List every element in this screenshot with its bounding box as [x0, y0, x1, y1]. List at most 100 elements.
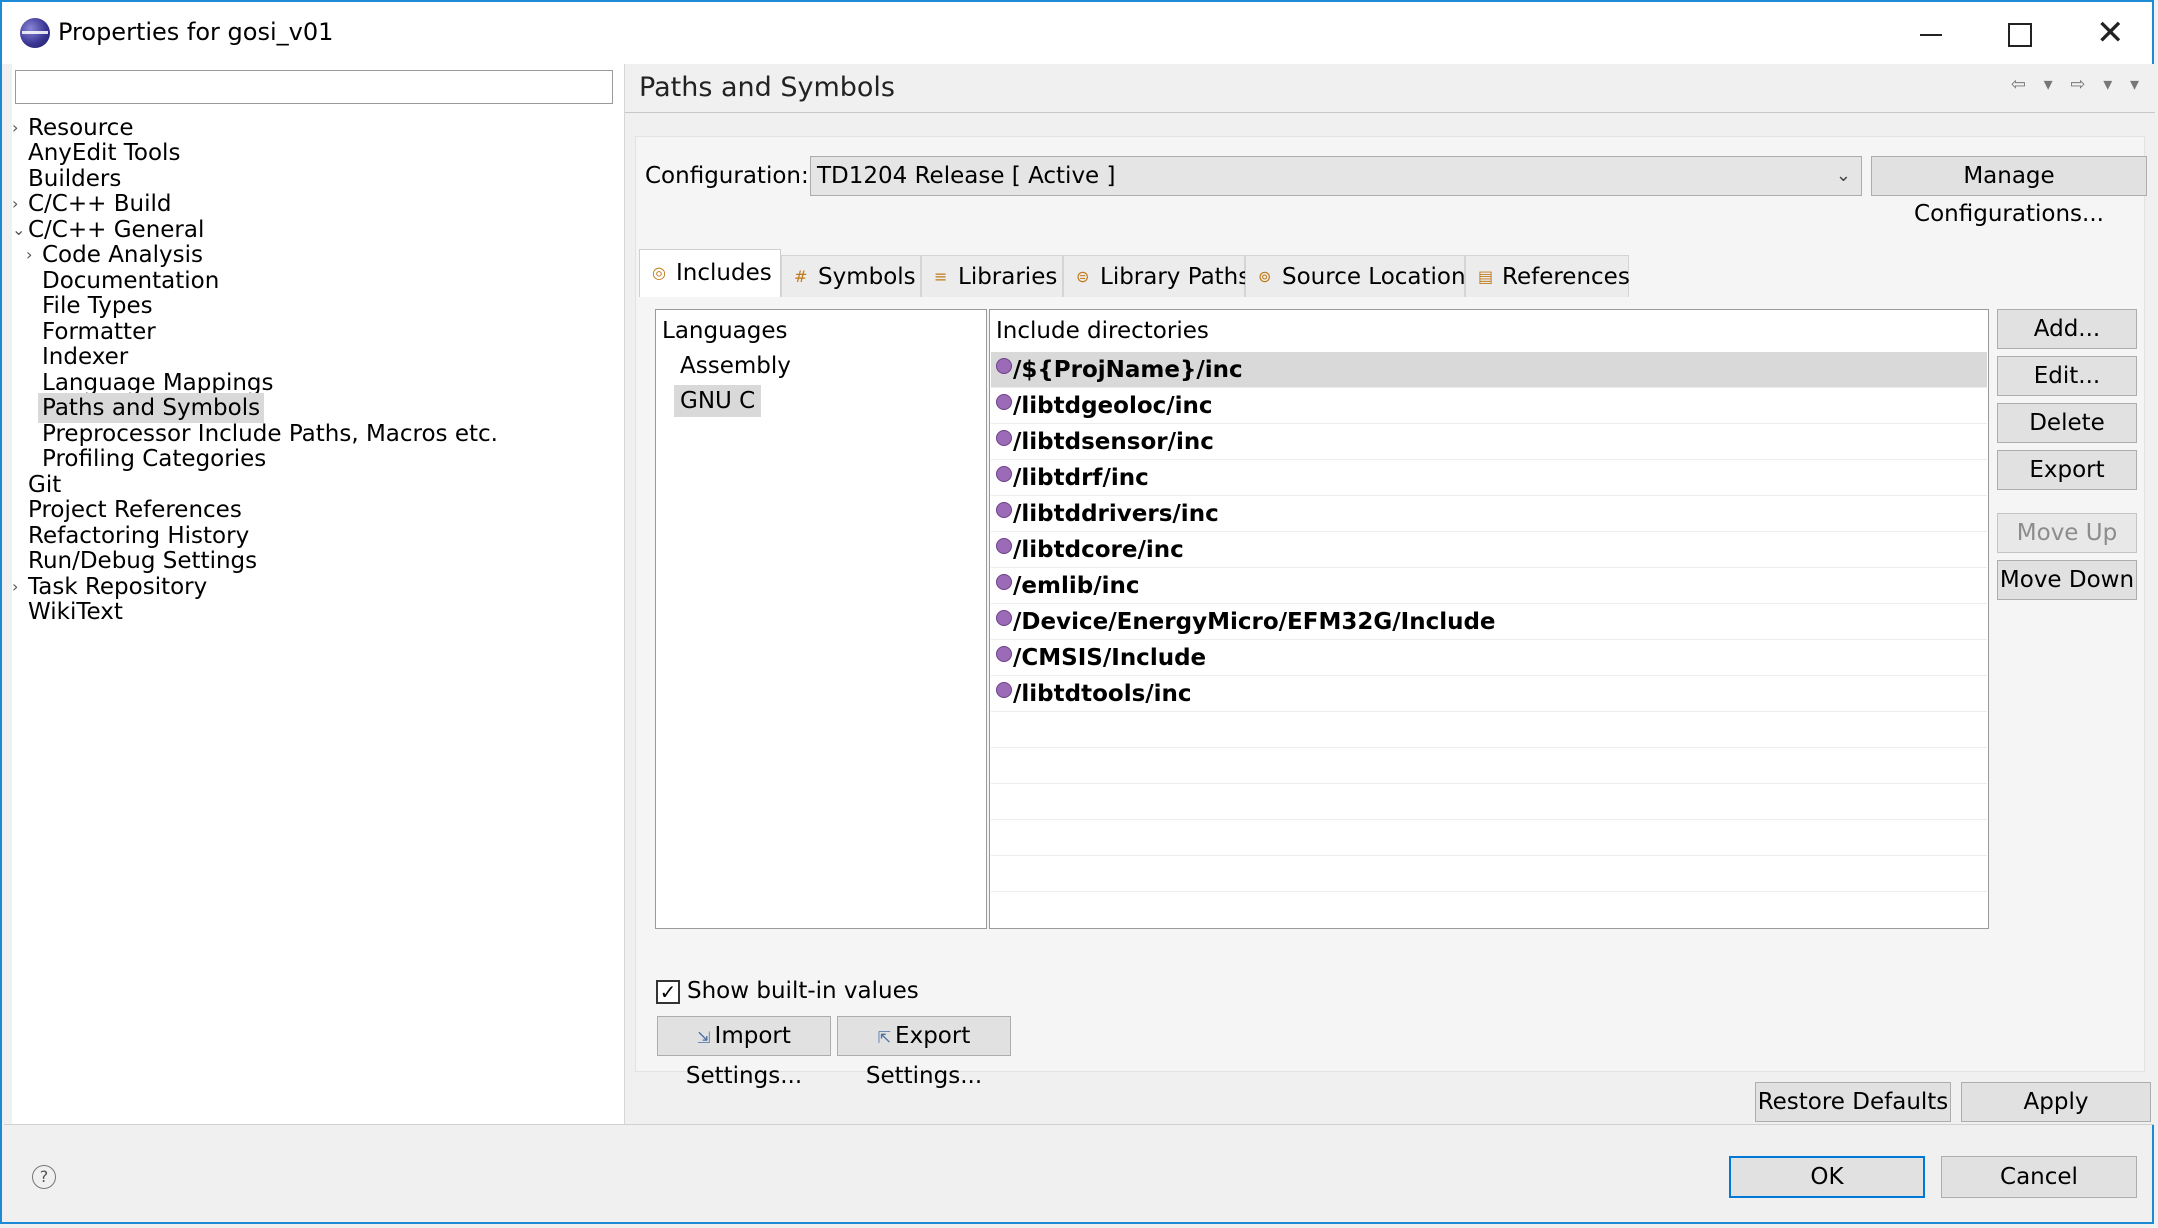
include-path: /emlib/inc [1013, 573, 1140, 599]
tree-item-label: WikiText [28, 599, 123, 625]
include-path: /${ProjName}/inc [1013, 357, 1243, 383]
tab-symbols[interactable]: # Symbols [781, 255, 921, 297]
empty-row [991, 856, 1987, 892]
empty-row [991, 712, 1987, 748]
chevron-down-icon: ⌄ [1835, 165, 1851, 186]
include-folder-icon [996, 610, 1012, 626]
include-folder-icon [996, 466, 1012, 482]
symbols-icon: # [794, 267, 808, 286]
include-folder-icon [996, 394, 1012, 410]
configuration-value: TD1204 Release [ Active ] [817, 163, 1116, 189]
left-navigation-panel: › Resource AnyEdit Tools Builders › C/C++ … [12, 64, 624, 1124]
tab-label: Libraries [958, 264, 1058, 290]
include-path: /libtdgeoloc/inc [1013, 393, 1213, 419]
include-path: /libtdtools/inc [1013, 681, 1192, 707]
tab-label: References [1502, 264, 1630, 290]
close-button[interactable]: ✕ [2078, 10, 2148, 56]
include-path: /libtdcore/inc [1013, 537, 1184, 563]
tree-item-wikitext[interactable]: WikiText [28, 596, 123, 628]
tab-references[interactable]: ▤ References [1465, 255, 1630, 297]
include-row[interactable]: /CMSIS/Include [991, 640, 1987, 676]
expand-icon[interactable]: › [12, 112, 26, 144]
filter-input[interactable] [15, 70, 613, 104]
minimize-button[interactable] [1896, 10, 1966, 56]
include-folder-icon [996, 682, 1012, 698]
include-folder-icon [996, 538, 1012, 554]
include-folder-icon [996, 502, 1012, 518]
export-settings-button[interactable]: ⇱ Export Settings... [837, 1016, 1011, 1089]
languages-header: Languages [662, 318, 788, 344]
minimize-icon [1920, 34, 1942, 36]
languages-list[interactable]: Languages Assembly GNU C [655, 309, 987, 929]
edit-button[interactable]: Edit... [1997, 356, 2137, 396]
expand-icon[interactable]: › [12, 571, 26, 603]
cancel-button[interactable]: Cancel [1941, 1156, 2137, 1198]
references-icon: ▤ [1478, 267, 1494, 286]
language-item-gnu-c[interactable]: GNU C [674, 385, 762, 417]
tree-item-label: Profiling Categories [42, 446, 267, 472]
include-folder-icon [996, 574, 1012, 590]
show-builtin-checkbox[interactable]: ✓ [656, 980, 680, 1004]
navigation-arrows-icon[interactable]: ⇦ ▾ ⇨ ▾ ▾ [2011, 74, 2145, 95]
add-button[interactable]: Add... [1997, 309, 2137, 349]
include-row[interactable]: /libtdcore/inc [991, 532, 1987, 568]
include-row[interactable]: /Device/EnergyMicro/EFM32G/Include [991, 604, 1987, 640]
apply-button[interactable]: Apply [1961, 1082, 2151, 1122]
manage-configurations-button[interactable]: Manage Configurations... [1871, 156, 2147, 227]
empty-row [991, 784, 1987, 820]
maximize-button[interactable] [1986, 10, 2056, 56]
include-row[interactable]: /libtdtools/inc [991, 676, 1987, 712]
button-bar-divider [4, 1124, 2154, 1125]
help-icon[interactable]: ? [32, 1165, 56, 1189]
collapse-icon[interactable]: ⌄ [12, 214, 26, 246]
include-row[interactable]: /${ProjName}/inc [991, 352, 1987, 388]
tree-item-profiling-categories[interactable]: Profiling Categories [42, 443, 266, 475]
import-settings-button[interactable]: ⇲ Import Settings... [657, 1016, 831, 1089]
ok-button[interactable]: OK [1729, 1156, 1925, 1198]
include-path: /libtddrivers/inc [1013, 501, 1219, 527]
restore-defaults-button[interactable]: Restore Defaults [1755, 1082, 1951, 1122]
export-icon: ⇱ [877, 1028, 892, 1047]
tab-label: Symbols [818, 264, 916, 290]
include-path: /libtdrf/inc [1013, 465, 1149, 491]
properties-dialog: Properties for gosi_v01 ✕ › Resource AnyE… [0, 0, 2155, 1224]
tab-libraries[interactable]: ≡ Libraries [921, 255, 1063, 297]
language-item-assembly[interactable]: Assembly [680, 350, 791, 382]
configuration-select[interactable]: TD1204 Release [ Active ] ⌄ [810, 156, 1862, 196]
include-directories-list[interactable]: Include directories /${ProjName}/inc /li… [989, 309, 1989, 929]
include-row[interactable]: /libtdgeoloc/inc [991, 388, 1987, 424]
show-builtin-label: Show built-in values [687, 978, 919, 1004]
includes-icon: ◎ [652, 263, 666, 282]
include-path: /Device/EnergyMicro/EFM32G/Include [1013, 609, 1496, 635]
source-location-icon: ⊚ [1258, 267, 1272, 286]
page-title: Paths and Symbols [639, 72, 895, 103]
library-paths-icon: ⊜ [1076, 267, 1090, 286]
checkmark-icon: ✓ [659, 980, 677, 1004]
title-bar: Properties for gosi_v01 ✕ [2, 2, 2152, 64]
tab-includes[interactable]: ◎ Includes [639, 249, 781, 297]
move-up-button[interactable]: Move Up [1997, 513, 2137, 553]
include-row[interactable]: /libtddrivers/inc [991, 496, 1987, 532]
expand-icon[interactable]: › [26, 239, 40, 271]
include-row[interactable]: /libtdrf/inc [991, 460, 1987, 496]
delete-button[interactable]: Delete [1997, 403, 2137, 443]
tab-label: Library Paths [1100, 264, 1251, 290]
eclipse-icon [20, 18, 50, 48]
move-down-button[interactable]: Move Down [1997, 560, 2137, 600]
include-folder-icon [996, 646, 1012, 662]
include-path: /libtdsensor/inc [1013, 429, 1214, 455]
include-row[interactable]: /emlib/inc [991, 568, 1987, 604]
include-row[interactable]: /libtdsensor/inc [991, 424, 1987, 460]
close-icon: ✕ [2096, 13, 2125, 53]
include-folder-icon [996, 358, 1012, 374]
configuration-label: Configuration: [645, 163, 809, 189]
empty-row [991, 820, 1987, 856]
tab-label: Source Location [1282, 264, 1466, 290]
empty-row [991, 748, 1987, 784]
title-divider [625, 112, 2155, 113]
import-icon: ⇲ [697, 1028, 711, 1047]
export-button[interactable]: Export [1997, 450, 2137, 490]
window-title: Properties for gosi_v01 [58, 18, 334, 46]
tab-library-paths[interactable]: ⊜ Library Paths [1063, 255, 1250, 297]
tab-source-location[interactable]: ⊚ Source Location [1245, 255, 1466, 297]
